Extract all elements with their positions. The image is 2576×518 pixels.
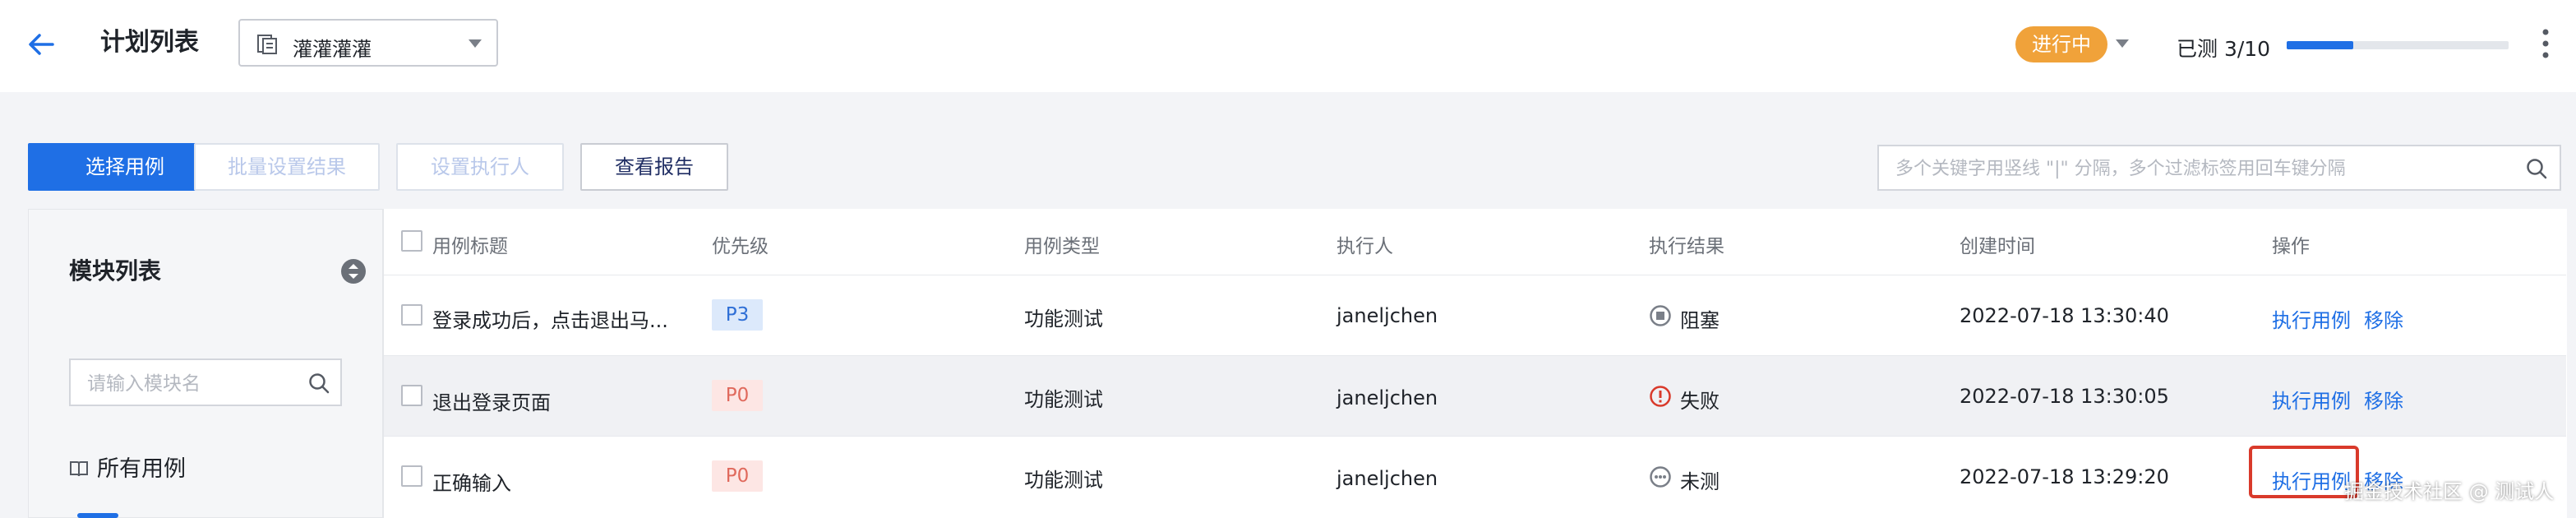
column-header-title: 用例标题 [432, 236, 508, 257]
column-header-actions: 操作 [2272, 236, 2310, 257]
priority-badge: P3 [712, 299, 763, 331]
all-cases-label: 所有用例 [97, 456, 186, 482]
executor: janeljchen [1336, 386, 1438, 409]
search-icon[interactable] [307, 372, 330, 395]
column-header-type: 用例类型 [1024, 236, 1100, 257]
batch-set-result-button[interactable]: 批量设置结果 [194, 143, 380, 191]
module-panel-title: 模块列表 [69, 257, 162, 284]
case-title[interactable]: 退出登录页面 [432, 386, 551, 415]
execute-case-link[interactable]: 执行用例 [2272, 304, 2351, 333]
more-vertical-icon[interactable] [2535, 25, 2556, 62]
select-cases-button[interactable]: 选择用例 [28, 143, 222, 191]
progress-bar [2287, 41, 2509, 49]
executor: janeljchen [1336, 304, 1438, 327]
result-text: 失败 [1680, 390, 1720, 413]
back-arrow-icon[interactable] [25, 28, 58, 61]
plan-select-dropdown[interactable]: 灌灌灌灌 [238, 19, 498, 67]
all-cases-item[interactable]: 所有用例 [69, 451, 186, 483]
module-search-input[interactable] [85, 368, 294, 400]
case-title[interactable]: 登录成功后，点击退出马... [432, 304, 668, 333]
execute-case-link[interactable]: 执行用例 [2272, 465, 2351, 494]
module-search-box [69, 358, 342, 406]
select-all-checkbox[interactable] [401, 230, 422, 252]
page-title: 计划列表 [100, 28, 199, 57]
case-search-input[interactable] [1894, 153, 2505, 184]
remove-link[interactable]: 移除 [2364, 385, 2403, 414]
blocked-icon [1650, 305, 1671, 326]
case-search-box [1877, 145, 2561, 191]
status-chevron-down-icon[interactable] [2116, 39, 2129, 48]
row-checkbox[interactable] [401, 304, 422, 326]
expand-collapse-icon[interactable] [340, 258, 367, 284]
set-executor-button[interactable]: 设置执行人 [396, 143, 564, 191]
created-time: 2022-07-18 13:30:40 [1960, 304, 2169, 327]
case-type: 功能测试 [1024, 469, 1103, 492]
untested-icon [1650, 466, 1671, 488]
created-time: 2022-07-18 13:30:05 [1960, 385, 2169, 408]
status-badge[interactable]: 进行中 [2015, 26, 2107, 62]
selected-item-indicator [77, 513, 118, 518]
plan-select-value: 灌灌灌灌 [293, 38, 372, 61]
search-icon[interactable] [2525, 157, 2548, 180]
column-header-created: 创建时间 [1960, 236, 2035, 257]
result-text: 阻塞 [1680, 309, 1720, 332]
executor: janeljchen [1336, 467, 1438, 490]
remove-link[interactable]: 移除 [2364, 304, 2403, 333]
progress-bar-fill [2287, 41, 2353, 49]
column-header-result: 执行结果 [1649, 236, 1724, 257]
column-header-priority: 优先级 [712, 236, 769, 257]
document-icon [257, 35, 277, 54]
case-title[interactable]: 正确输入 [432, 467, 511, 496]
created-time: 2022-07-18 13:29:20 [1960, 465, 2169, 488]
view-report-button[interactable]: 查看报告 [580, 143, 728, 191]
watermark: 掘金技术社区 @ 测试人 [2344, 480, 2555, 503]
case-type: 功能测试 [1024, 388, 1103, 411]
chevron-down-icon [469, 39, 482, 48]
execute-case-link[interactable]: 执行用例 [2272, 385, 2351, 414]
priority-badge: P0 [712, 460, 763, 492]
priority-badge: P0 [712, 380, 763, 411]
failed-icon [1650, 386, 1671, 407]
row-checkbox[interactable] [401, 385, 422, 406]
case-type: 功能测试 [1024, 308, 1103, 331]
row-checkbox[interactable] [401, 465, 422, 487]
result-text: 未测 [1680, 470, 1720, 493]
progress-text: 已测 3/10 [2177, 37, 2271, 61]
book-icon [70, 461, 88, 477]
column-header-executor: 执行人 [1336, 236, 1393, 257]
